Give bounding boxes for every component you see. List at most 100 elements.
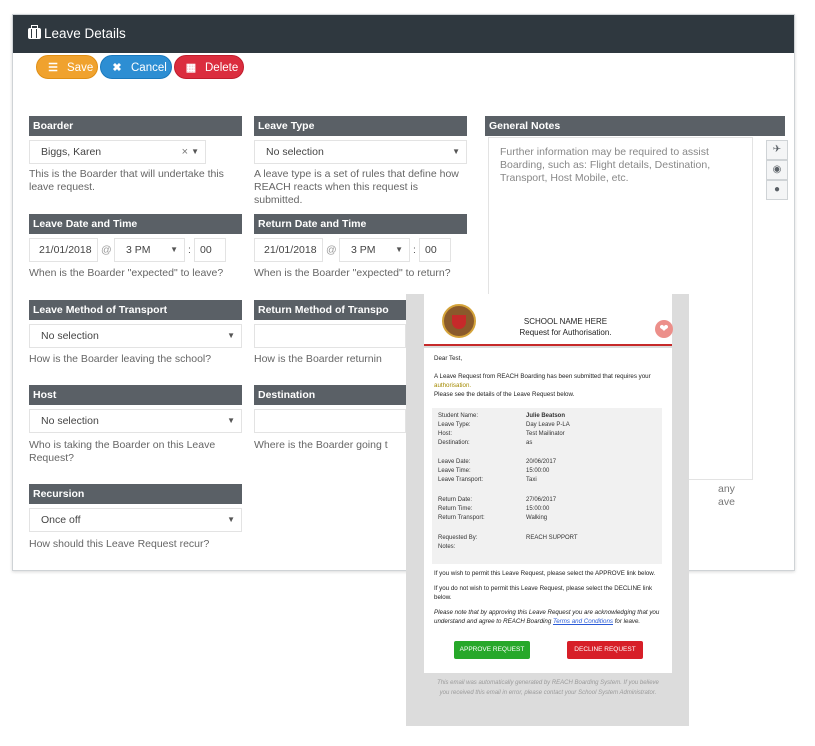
detail-key: Leave Date:: [438, 459, 471, 465]
host-help-line: Who is taking the Boarder on this Leave: [29, 439, 216, 451]
leave-type-help-line: REACH reacts when this request is submit…: [254, 181, 418, 206]
trash-icon: ▦: [185, 62, 197, 74]
notes-help-clipped: any: [718, 483, 735, 495]
leave-transport-select[interactable]: No selection ▼: [29, 324, 242, 348]
person-icon[interactable]: ●: [766, 180, 788, 200]
detail-value: Taxi: [526, 477, 537, 483]
email-intro: Please see the details of the Leave Requ…: [434, 391, 575, 398]
delete-label: Delete: [205, 62, 239, 74]
leave-transport-value: No selection: [41, 330, 99, 342]
leave-date-label: Leave Date and Time: [29, 214, 242, 234]
detail-value: Walking: [526, 515, 548, 521]
leave-type-select[interactable]: No selection ▼: [254, 140, 467, 164]
request-details: Student Name: Julie Beatson Leave Type: Day…: [432, 408, 662, 564]
approve-request-button[interactable]: APPROVE REQUEST: [454, 641, 530, 659]
leave-transport-label: Leave Method of Transport: [29, 300, 242, 320]
detail-value: 15:00:00: [526, 506, 550, 512]
email-preview: SCHOOL NAME HERE Request for Authorisati…: [406, 294, 689, 726]
terms-text: for leave.: [612, 618, 641, 625]
detail-key: Student Name:: [438, 413, 479, 419]
detail-key: Leave Transport:: [438, 477, 484, 483]
leave-date-input[interactable]: 21/01/2018: [29, 238, 98, 262]
chevron-down-icon: ▼: [452, 147, 460, 156]
email-permit-text: If you wish to permit this Leave Request…: [434, 570, 656, 577]
detail-value: Julie Beatson: [526, 413, 566, 419]
save-label: Save: [67, 62, 94, 74]
leave-hour-select[interactable]: 3 PM ▼: [114, 238, 185, 262]
host-select[interactable]: No selection ▼: [29, 409, 242, 433]
reach-logo-icon: ❤: [655, 320, 673, 338]
return-transport-select[interactable]: [254, 324, 406, 348]
database-icon: ☰: [48, 62, 58, 74]
plane-icon[interactable]: ✈: [766, 140, 788, 160]
boarder-help-line: leave request.: [29, 181, 95, 193]
destination-help: Where is the Boarder going t: [254, 439, 388, 451]
return-transport-label: Return Method of Transpo: [254, 300, 406, 320]
host-help-line: Request?: [29, 452, 74, 464]
terms-text: understand and agree to REACH Boarding: [434, 618, 554, 625]
boarder-select[interactable]: Biggs, Karen × ▼: [29, 140, 206, 164]
email-terms-text: understand and agree to REACH Boarding T…: [434, 617, 640, 626]
email-header: SCHOOL NAME HERE Request for Authorisati…: [424, 294, 673, 346]
chevron-down-icon: ▼: [227, 416, 235, 425]
detail-key: Notes:: [438, 544, 456, 550]
leave-hour-value: 3 PM: [126, 244, 151, 256]
return-hour-select[interactable]: 3 PM ▼: [339, 238, 410, 262]
page-title: Leave Details: [44, 26, 126, 41]
host-label: Host: [29, 385, 242, 405]
email-terms-text: Please note that by approving this Leave…: [434, 609, 660, 616]
return-minute-input[interactable]: 00: [419, 238, 451, 262]
car-icon[interactable]: ◉: [766, 160, 788, 180]
chevron-down-icon: ▼: [191, 147, 199, 156]
leave-date-help: When is the Boarder "expected" to leave?: [29, 267, 224, 279]
at-symbol: @: [101, 244, 112, 256]
footer-line: This email was automatically generated b…: [437, 680, 659, 686]
notes-help-clipped: ave: [718, 496, 735, 508]
return-date-label: Return Date and Time: [254, 214, 467, 234]
host-value: No selection: [41, 415, 99, 427]
recursion-label: Recursion: [29, 484, 242, 504]
decline-request-button[interactable]: DECLINE REQUEST: [567, 641, 643, 659]
delete-button[interactable]: ▦ Delete: [174, 55, 244, 79]
email-intro: A Leave Request from REACH Boarding has …: [434, 373, 651, 380]
destination-input[interactable]: [254, 409, 406, 433]
clear-icon[interactable]: ×: [182, 141, 188, 163]
email-intro: authorisation.: [434, 382, 472, 389]
recursion-select[interactable]: Once off ▼: [29, 508, 242, 532]
time-separator: :: [188, 244, 191, 256]
time-separator: :: [413, 244, 416, 256]
email-decline-text: If you do not wish to permit this Leave …: [434, 585, 653, 592]
chevron-down-icon: ▼: [227, 331, 235, 340]
chevron-down-icon: ▼: [227, 515, 235, 524]
save-button[interactable]: ☰ Save: [36, 55, 98, 79]
cancel-button[interactable]: ✖ Cancel: [100, 55, 172, 79]
detail-key: Return Time:: [438, 506, 473, 512]
detail-key: Return Transport:: [438, 515, 485, 521]
return-date-input[interactable]: 21/01/2018: [254, 238, 323, 262]
email-greeting: Dear Test,: [434, 355, 463, 362]
detail-key: Leave Type:: [438, 422, 471, 428]
leave-type-label: Leave Type: [254, 116, 467, 136]
detail-value: REACH SUPPORT: [526, 535, 578, 541]
detail-value: Test Mailinator: [526, 431, 565, 437]
boarder-help-line: This is the Boarder that will undertake …: [29, 168, 224, 180]
chevron-down-icon: ▼: [395, 245, 403, 254]
boarder-value: Biggs, Karen: [41, 146, 102, 158]
terms-link[interactable]: Terms and Conditions: [553, 618, 613, 625]
detail-value: 20/06/2017: [526, 459, 557, 465]
at-symbol: @: [326, 244, 337, 256]
leave-type-help: A leave type is a set of rules that defi…: [254, 168, 467, 207]
leave-minute-input[interactable]: 00: [194, 238, 226, 262]
notes-placeholder-line: Boarding, such as: Flight details, Desti…: [500, 159, 711, 171]
leave-type-value: No selection: [266, 146, 324, 158]
destination-label: Destination: [254, 385, 406, 405]
return-hour-value: 3 PM: [351, 244, 376, 256]
host-help: Who is taking the Boarder on this Leave …: [29, 439, 242, 465]
detail-key: Return Date:: [438, 497, 473, 503]
school-name: SCHOOL NAME HERE: [523, 317, 608, 326]
leave-transport-help: How is the Boarder leaving the school?: [29, 353, 212, 365]
notes-placeholder-line: Transport, Host Mobile, etc.: [500, 172, 629, 184]
detail-key: Destination:: [438, 440, 470, 446]
email-title: SCHOOL NAME HERE Request for Authorisati…: [488, 316, 643, 338]
email-body: Dear Test, A Leave Request from REACH Bo…: [424, 348, 672, 673]
